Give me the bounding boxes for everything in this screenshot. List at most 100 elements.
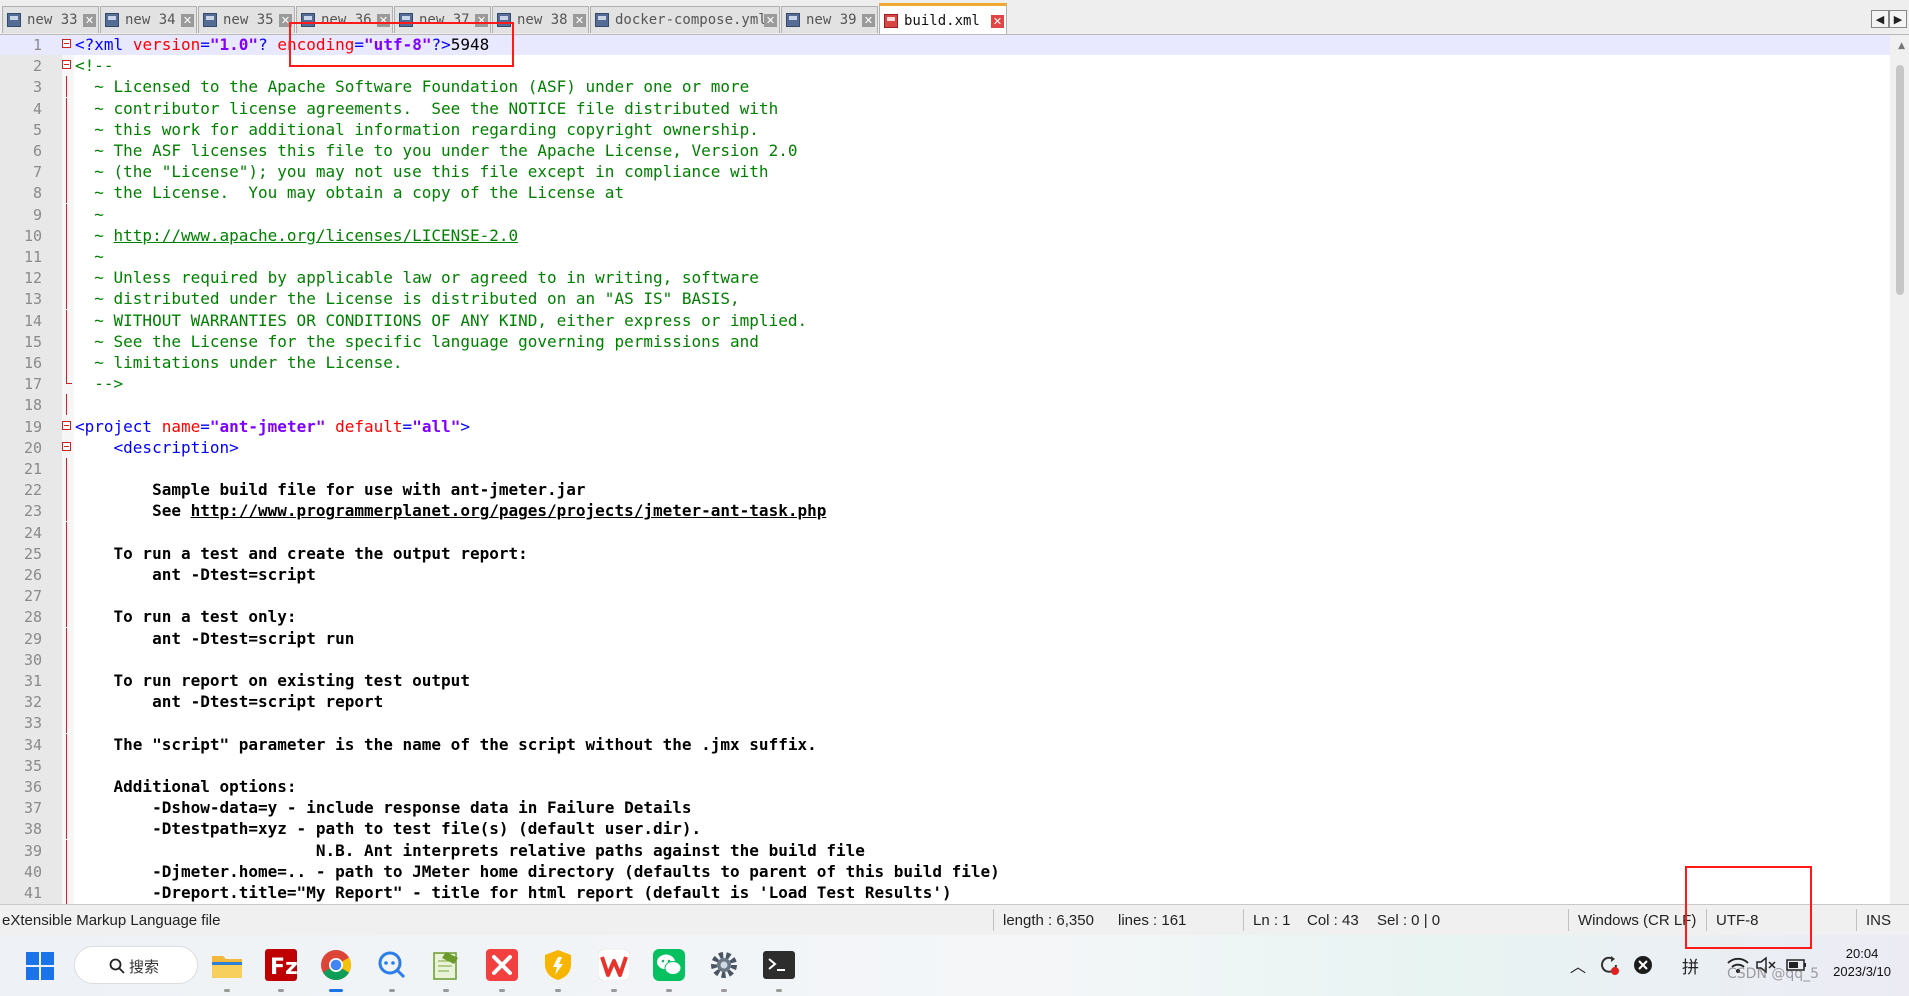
tray-close-circle-icon[interactable] xyxy=(1633,955,1653,980)
tab-build-xml[interactable]: build.xml ✕ xyxy=(879,3,1007,34)
code-line[interactable]: 17 --> xyxy=(0,373,1890,394)
code-line[interactable]: 13 ~ distributed under the License is di… xyxy=(0,288,1890,310)
line-number: 22 xyxy=(23,481,42,500)
code-line[interactable]: 11 ~ xyxy=(0,246,1890,267)
code-line[interactable]: 5 ~ this work for additional information… xyxy=(0,118,1890,140)
code-line[interactable]: 3 ~ Licensed to the Apache Software Foun… xyxy=(0,76,1890,98)
code-line[interactable]: 10 ~ http://www.apache.org/licenses/LICE… xyxy=(0,224,1890,246)
fold-toggle-icon[interactable] xyxy=(62,441,71,451)
code-line[interactable]: 16 ~ limitations under the License. xyxy=(0,352,1890,373)
status-column: Col : 43 xyxy=(1307,912,1359,929)
line-number: 3 xyxy=(32,78,42,97)
tab-close-icon[interactable]: ✕ xyxy=(181,14,194,27)
fold-guide-line xyxy=(66,521,67,543)
wechat-button[interactable] xyxy=(653,949,685,986)
code-line[interactable]: 2 <!-- xyxy=(0,55,1890,76)
tab-close-icon[interactable]: ✕ xyxy=(862,14,875,27)
line-number: 27 xyxy=(23,587,42,606)
settings-button[interactable] xyxy=(709,950,739,985)
fold-toggle-icon[interactable] xyxy=(62,39,71,48)
fold-guide-line xyxy=(66,733,67,755)
code-line[interactable]: 40 -Djmeter.home=.. - path to JMeter hom… xyxy=(0,860,1890,882)
code-line[interactable]: 24 xyxy=(0,521,1890,543)
code-line[interactable]: 23 See http://www.programmerplanet.org/p… xyxy=(0,500,1890,522)
code-line[interactable]: 21 xyxy=(0,458,1890,479)
code-line[interactable]: 20 <description> xyxy=(0,437,1890,458)
vertical-scrollbar[interactable]: ▲ xyxy=(1890,35,1909,904)
code-text: ~ Licensed to the Apache Software Founda… xyxy=(75,77,750,97)
show-hidden-icons-chevron-icon[interactable]: ︿ xyxy=(1570,953,1586,977)
code-line[interactable]: 27 xyxy=(0,585,1890,607)
code-line[interactable]: 22 Sample build file for use with ant-jm… xyxy=(0,479,1890,501)
wps-office-button[interactable] xyxy=(597,948,631,986)
code-line[interactable]: 6 ~ The ASF licenses this file to you un… xyxy=(0,140,1890,161)
code-line[interactable]: 36 Additional options: xyxy=(0,776,1890,797)
tab-close-icon[interactable]: ✕ xyxy=(764,14,777,27)
code-line[interactable]: 41 -Dreport.title="My Report" - title fo… xyxy=(0,882,1890,903)
code-line[interactable]: 9 ~ xyxy=(0,203,1890,225)
start-button[interactable] xyxy=(26,952,54,980)
code-line[interactable]: 4 ~ contributor license agreements. See … xyxy=(0,97,1890,119)
tab-new-39[interactable]: new 39 ✕ xyxy=(781,6,878,33)
fold-guide-line xyxy=(66,754,67,776)
fold-toggle-icon[interactable] xyxy=(62,60,71,70)
fold-guide-line xyxy=(66,479,67,501)
tray-sync-icon[interactable] xyxy=(1598,954,1620,981)
code-line[interactable]: 39 N.B. Ant interprets relative paths ag… xyxy=(0,839,1890,861)
fold-guide-line xyxy=(66,712,67,734)
tab-close-icon[interactable]: ✕ xyxy=(991,15,1004,28)
xmind-button[interactable] xyxy=(486,949,518,986)
code-line[interactable]: 19 <project name="ant-jmeter" default="al… xyxy=(0,416,1890,437)
fold-toggle-icon[interactable] xyxy=(62,420,71,430)
code-line[interactable]: 8 ~ the License. You may obtain a copy o… xyxy=(0,182,1890,204)
folder-icon xyxy=(212,956,242,978)
terminal-button[interactable] xyxy=(763,951,795,984)
code-line[interactable]: 37 -Dshow-data=y - include response data… xyxy=(0,797,1890,819)
scrollbar-thumb[interactable] xyxy=(1896,65,1904,295)
code-line[interactable]: 29 ant -Dtest=script run xyxy=(0,627,1890,649)
code-line[interactable]: 26 ant -Dtest=script xyxy=(0,564,1890,585)
security-app-button[interactable] xyxy=(543,949,573,986)
line-number: 6 xyxy=(32,142,42,160)
taskbar-search-box[interactable]: 搜索 xyxy=(74,946,198,984)
tab-new-35[interactable]: new 35 ✕ xyxy=(198,6,295,33)
scroll-up-arrow-icon[interactable]: ▲ xyxy=(1898,41,1905,51)
ime-indicator[interactable]: 拼 xyxy=(1682,953,1699,978)
filezilla-button[interactable]: Fz xyxy=(265,949,298,986)
code-line[interactable]: 18 xyxy=(0,394,1890,416)
tab-new-33[interactable]: new 33 ✕ xyxy=(2,6,99,33)
status-insert-mode[interactable]: INS xyxy=(1866,912,1891,929)
watermark: CSDN @qq_5 xyxy=(1727,966,1820,982)
code-line[interactable]: 12 ~ Unless required by applicable law o… xyxy=(0,267,1890,289)
code-line[interactable]: 1 <?xml version="1.0"? encoding="utf-8"?>… xyxy=(0,35,1890,55)
code-line[interactable]: 33 xyxy=(0,712,1890,734)
code-line[interactable]: 31 To run report on existing test output xyxy=(0,670,1890,691)
tab-docker-compose-yml[interactable]: docker-compose.yml ✕ xyxy=(590,6,780,33)
editor-pane[interactable]: ▲ 1 <?xml version="1.0"? encoding="utf-8"… xyxy=(0,35,1909,904)
code-line[interactable]: 14 ~ WITHOUT WARRANTIES OR CONDITIONS OF… xyxy=(0,309,1890,331)
annotation-box-encoding-declaration xyxy=(289,22,514,67)
notepad-plus-plus-button[interactable] xyxy=(431,949,461,986)
tab-close-icon[interactable]: ✕ xyxy=(573,14,586,27)
code-line[interactable]: 38 -Dtestpath=xyz - path to test file(s)… xyxy=(0,818,1890,840)
code-line[interactable]: 28 To run a test only: xyxy=(0,606,1890,628)
status-eol-format[interactable]: Windows (CR LF) xyxy=(1578,912,1696,929)
chrome-button[interactable] xyxy=(320,949,352,986)
tab-new-34[interactable]: new 34 ✕ xyxy=(100,6,197,33)
code-line[interactable]: 30 xyxy=(0,648,1890,670)
line-number: 8 xyxy=(32,184,42,203)
code-line[interactable]: 25 To run a test and create the output r… xyxy=(0,542,1890,564)
tab-scroll-left-button[interactable]: ◀ xyxy=(1871,10,1889,28)
code-line[interactable]: 35 xyxy=(0,754,1890,776)
code-line[interactable]: 32 ant -Dtest=script report xyxy=(0,691,1890,713)
line-number: 31 xyxy=(23,672,42,690)
quick-search-app-button[interactable] xyxy=(376,950,408,985)
code-line[interactable]: 7 ~ (the "License"); you may not use thi… xyxy=(0,161,1890,183)
file-explorer-button[interactable] xyxy=(211,950,243,985)
line-number: 26 xyxy=(23,566,42,584)
code-line[interactable]: 34 The "script" parameter is the name of… xyxy=(0,733,1890,755)
code-line[interactable]: 15 ~ See the License for the specific la… xyxy=(0,330,1890,352)
taskbar-clock[interactable]: 20:04 2023/3/10 xyxy=(1833,945,1891,981)
tab-scroll-right-button[interactable]: ▶ xyxy=(1889,10,1907,28)
tab-close-icon[interactable]: ✕ xyxy=(83,14,96,27)
